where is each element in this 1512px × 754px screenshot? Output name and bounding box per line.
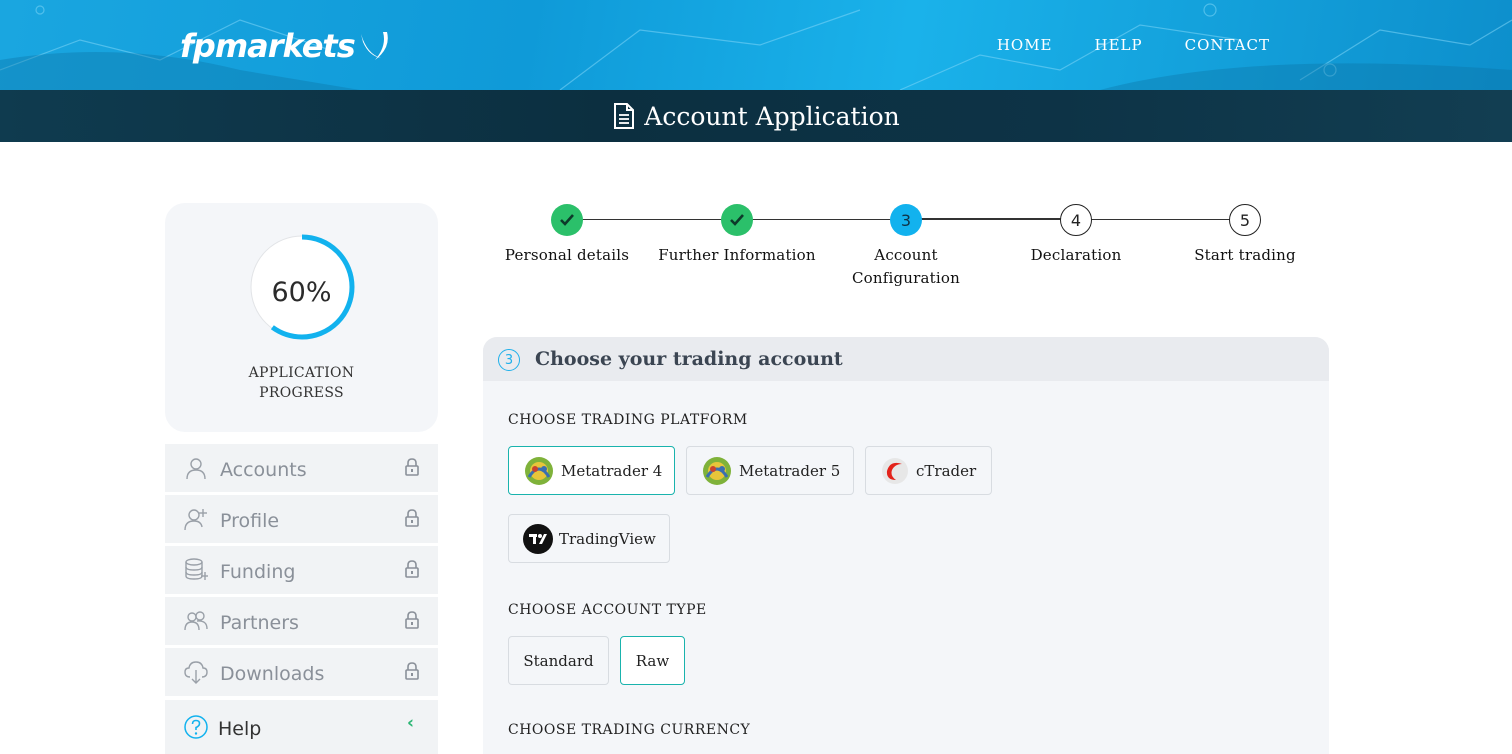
sidebar-item-downloads[interactable]: Downloads (165, 648, 438, 696)
panel-step-number: 3 (498, 349, 520, 371)
nav-contact-link[interactable]: CONTACT (1185, 36, 1270, 54)
platform-option-label: TradingView (559, 529, 656, 548)
check-icon (560, 214, 574, 226)
sidebar-item-label: Accounts (220, 459, 307, 481)
account-type-raw[interactable]: Raw (620, 636, 685, 685)
progress-caption-line2: PROGRESS (259, 385, 344, 401)
nav-home-link[interactable]: HOME (997, 36, 1053, 54)
metatrader-icon (525, 456, 553, 485)
step-5-label: Start trading (1155, 244, 1335, 267)
platform-option-metatrader5[interactable]: Metatrader 5 (686, 446, 854, 495)
logo-text: fpmarkets (180, 27, 356, 65)
ctrader-icon (882, 457, 908, 484)
platform-option-label: Metatrader 5 (739, 461, 841, 480)
platform-section-label: CHOOSE TRADING PLATFORM (508, 412, 748, 428)
sidebar-item-label: Downloads (220, 663, 325, 685)
progress-caption-line1: APPLICATION (248, 365, 355, 381)
lock-icon (405, 611, 419, 629)
sidebar-item-funding[interactable]: Funding (165, 546, 438, 594)
step-connector (567, 219, 737, 220)
lock-icon (405, 662, 419, 680)
platform-option-tradingview[interactable]: TradingView (508, 514, 670, 563)
step-1-circle (551, 204, 583, 236)
step-3-label: Account Configuration (816, 244, 996, 290)
site-header: fpmarkets HOME HELP CONTACT (0, 0, 1512, 90)
step-label-line: Further Information (658, 246, 816, 264)
cloud-download-icon (184, 661, 208, 684)
step-4-label: Declaration (986, 244, 1166, 267)
step-3-circle: 3 (890, 204, 922, 236)
sidebar-item-accounts[interactable]: Accounts (165, 444, 438, 492)
sidebar-item-label: Funding (220, 561, 296, 583)
top-nav: HOME HELP CONTACT (997, 36, 1270, 54)
sidebar-item-label: Profile (220, 510, 280, 532)
logo-swoosh-icon (360, 32, 388, 60)
step-connector (906, 218, 1076, 220)
tradingview-icon (523, 523, 553, 554)
step-connector (737, 219, 906, 220)
trading-account-panel: 3 Choose your trading account CHOOSE TRA… (483, 337, 1329, 754)
chevron-left-icon[interactable]: ‹ (407, 713, 414, 733)
lock-icon (405, 458, 419, 476)
user-plus-icon (184, 509, 207, 531)
step-label-line: Personal details (504, 246, 630, 264)
panel-header: 3 Choose your trading account (483, 337, 1329, 381)
sidebar-item-profile[interactable]: Profile (165, 495, 438, 543)
page-title-bar: Account Application (0, 90, 1512, 142)
step-connector (1076, 219, 1245, 220)
sidebar-item-partners[interactable]: Partners (165, 597, 438, 645)
platform-option-ctrader[interactable]: cTrader (865, 446, 992, 495)
platform-option-label: Metatrader 4 (561, 461, 663, 480)
step-label-line: Start trading (1194, 246, 1296, 264)
lock-icon (405, 560, 419, 578)
panel-title: Choose your trading account (535, 348, 843, 370)
account-type-section-label: CHOOSE ACCOUNT TYPE (508, 602, 707, 618)
sidebar-item-help[interactable]: Help ‹ (165, 700, 438, 754)
user-icon (186, 458, 206, 480)
step-2-circle (721, 204, 753, 236)
step-5-circle: 5 (1229, 204, 1261, 236)
page-title: Account Application (644, 101, 900, 131)
help-icon (184, 715, 208, 739)
step-label-line: Account (874, 246, 938, 264)
progress-caption: APPLICATION PROGRESS (165, 363, 438, 403)
check-icon (730, 214, 744, 226)
account-type-label: Raw (635, 651, 670, 670)
step-4-circle: 4 (1060, 204, 1092, 236)
step-label-line: Declaration (1030, 246, 1122, 264)
sidebar-item-label: Partners (220, 612, 299, 634)
progress-percent: 60% (271, 277, 332, 308)
document-icon (614, 103, 635, 129)
step-label-line: Configuration (851, 269, 960, 287)
step-1-label: Personal details (477, 244, 657, 267)
application-progress-card: 60% APPLICATION PROGRESS (165, 203, 438, 432)
lock-icon (405, 509, 419, 527)
nav-help-link[interactable]: HELP (1095, 36, 1143, 54)
sidebar-item-label: Help (218, 718, 262, 740)
account-type-standard[interactable]: Standard (508, 636, 609, 685)
currency-section-label: CHOOSE TRADING CURRENCY (508, 722, 751, 738)
platform-option-metatrader4[interactable]: Metatrader 4 (508, 446, 675, 495)
fpmarkets-logo[interactable]: fpmarkets (180, 24, 393, 68)
platform-option-label: cTrader (916, 461, 977, 480)
metatrader-icon (703, 456, 731, 485)
users-icon (184, 611, 208, 631)
coins-icon (185, 558, 208, 580)
account-type-label: Standard (523, 651, 594, 670)
step-2-label: Further Information (647, 244, 827, 267)
